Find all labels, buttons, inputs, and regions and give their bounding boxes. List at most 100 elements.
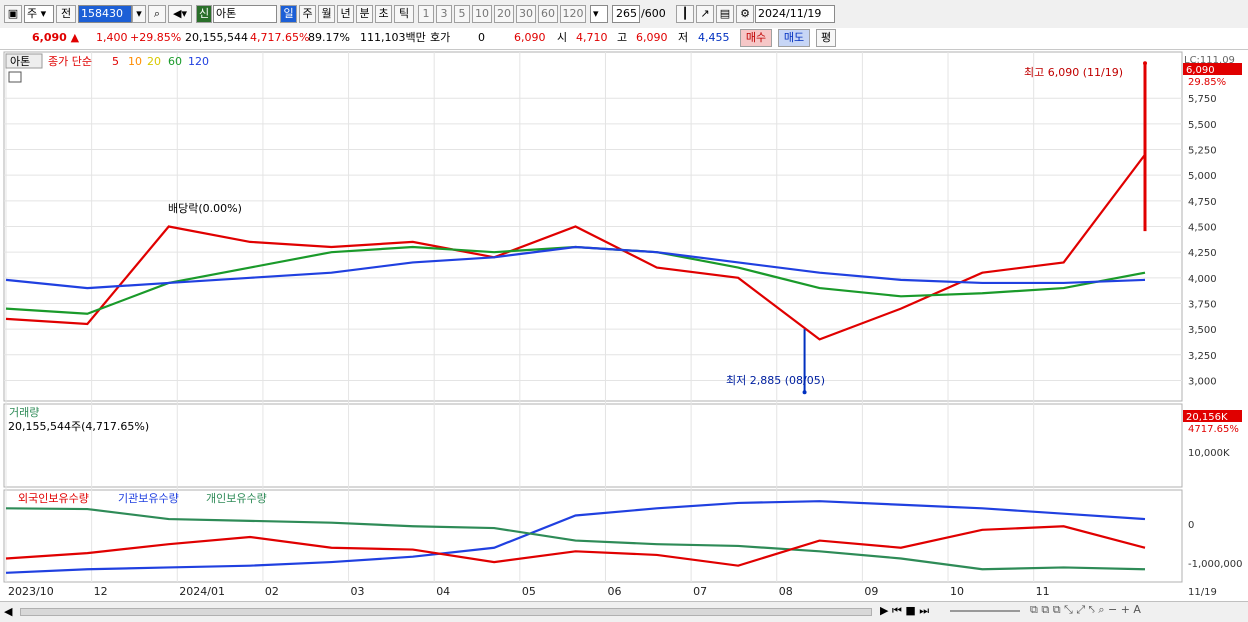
scroll-left-icon[interactable]: ◀ bbox=[4, 605, 14, 618]
price-y-tick: 3,000 bbox=[1188, 376, 1217, 387]
tab-second[interactable]: 초 bbox=[375, 5, 392, 23]
stock-name-field[interactable]: 아톤 bbox=[213, 5, 277, 23]
ask-price: 6,090 bbox=[514, 31, 546, 44]
price-y-tick: 5,250 bbox=[1188, 146, 1217, 157]
high-point bbox=[1143, 61, 1147, 66]
gear-icon[interactable]: ⚙ bbox=[736, 5, 754, 23]
horizontal-scrollbar[interactable] bbox=[20, 608, 872, 616]
tab-month[interactable]: 월 bbox=[318, 5, 335, 23]
price-change-pct: +29.85% bbox=[130, 31, 182, 44]
volume-title: 거래량 bbox=[9, 406, 39, 419]
price-y-tick: 4,250 bbox=[1188, 248, 1217, 259]
chart-tab[interactable]: 아톤 bbox=[10, 55, 30, 68]
type-select[interactable]: 주 ▾ bbox=[24, 5, 54, 23]
x-axis-label: 03 bbox=[351, 585, 365, 598]
minute-60[interactable]: 60 bbox=[538, 5, 558, 23]
up-arrow-icon: ▲ bbox=[70, 31, 80, 44]
last-pct-label: 29.85% bbox=[1188, 77, 1226, 88]
dividend-note: 배당락(0.00%) bbox=[168, 202, 242, 215]
minute-10[interactable]: 10 bbox=[472, 5, 492, 23]
x-axis-label: 07 bbox=[693, 585, 707, 598]
window-menu-icon[interactable]: ▣ bbox=[4, 5, 22, 23]
high-value: 6,090 bbox=[636, 31, 668, 44]
x-axis-label: 08 bbox=[779, 585, 793, 598]
hoga-label: 호가 bbox=[430, 31, 451, 44]
date-input[interactable]: 2024/11/19 bbox=[755, 5, 835, 23]
tab-tick[interactable]: 틱 bbox=[394, 5, 414, 23]
volume-y-tick: 10,000K bbox=[1188, 448, 1230, 459]
minute-5[interactable]: 5 bbox=[454, 5, 470, 23]
drawing-tool-icon[interactable]: ↗ bbox=[696, 5, 714, 23]
x-axis-label: 09 bbox=[864, 585, 878, 598]
zoom-slider[interactable] bbox=[950, 610, 1020, 612]
type-select-value: 주 bbox=[27, 7, 38, 20]
volume-value: 20,155,544 bbox=[185, 31, 248, 44]
last-price-label: 6,090 bbox=[1186, 65, 1215, 76]
price-y-tick: 5,000 bbox=[1188, 171, 1217, 182]
view-tool-icons[interactable]: ⧉ ⧉ ⧉ ⤡ ⤢ ⤣ ⌕ − + A bbox=[1030, 603, 1141, 617]
prev-button[interactable]: 전 bbox=[56, 5, 76, 23]
x-axis-label: 10 bbox=[950, 585, 964, 598]
code-dropdown-icon[interactable]: ▾ bbox=[132, 5, 146, 23]
chart-area[interactable]: 아톤 종가 단순 5 10 20 60 120 LC:111.09 6,090 … bbox=[0, 50, 1248, 601]
volume-value-text: 20,155,544주(4,717.65%) bbox=[8, 420, 149, 433]
chart-svg[interactable]: 아톤 종가 단순 5 10 20 60 120 LC:111.09 6,090 … bbox=[0, 50, 1248, 601]
candle-style-icon[interactable]: ┃ bbox=[676, 5, 694, 23]
amount-value: 111,103백만 bbox=[360, 31, 426, 44]
volume-badge-pct: 4717.65% bbox=[1188, 424, 1239, 435]
ma20-legend: 20 bbox=[147, 55, 161, 68]
tab-day[interactable]: 일 bbox=[280, 5, 297, 23]
ma120-legend: 120 bbox=[188, 55, 209, 68]
price-y-tick: 4,750 bbox=[1188, 197, 1217, 208]
buy-button[interactable]: 매수 bbox=[740, 29, 772, 47]
main-toolbar: ▣ 주 ▾ 전 158430 ▾ ⌕ ◀▾ 신 아톤 일 주 월 년 분 초 틱… bbox=[0, 0, 1248, 29]
minute-20[interactable]: 20 bbox=[494, 5, 514, 23]
market-badge: 신 bbox=[196, 5, 212, 23]
speaker-icon[interactable]: ◀▾ bbox=[168, 5, 192, 23]
search-icon[interactable]: ⌕ bbox=[148, 5, 166, 23]
x-axis-label: 11 bbox=[1036, 585, 1050, 598]
price-y-tick: 4,000 bbox=[1188, 274, 1217, 285]
playback-controls[interactable]: ▶ ⏮ ■ ⏭ bbox=[880, 604, 929, 618]
code-input[interactable]: 158430 bbox=[78, 5, 132, 23]
x-axis-label: 04 bbox=[436, 585, 450, 598]
high-note: 최고 6,090 (11/19) bbox=[1024, 66, 1123, 79]
minute-30[interactable]: 30 bbox=[516, 5, 536, 23]
x-axis-label: 2023/10 bbox=[8, 585, 54, 598]
holders-y-min: -1,000,000 bbox=[1188, 559, 1243, 570]
current-price: 6,090 ▲ bbox=[32, 29, 79, 47]
tab-week[interactable]: 주 bbox=[299, 5, 316, 23]
minute-120[interactable]: 120 bbox=[560, 5, 586, 23]
ma10-legend: 10 bbox=[128, 55, 142, 68]
eval-button[interactable]: 평 bbox=[816, 29, 836, 47]
x-axis-label: 02 bbox=[265, 585, 279, 598]
volume-ratio: 4,717.65% bbox=[250, 31, 310, 44]
sell-button[interactable]: 매도 bbox=[778, 29, 810, 47]
turnover-pct: 89.17% bbox=[308, 31, 350, 44]
price-y-tick: 4,500 bbox=[1188, 223, 1217, 234]
minute-1[interactable]: 1 bbox=[418, 5, 434, 23]
low-label: 저 bbox=[678, 31, 689, 44]
chart-scrollbar-area: ◀ ▶ ⏮ ■ ⏭ ⧉ ⧉ ⧉ ⤡ ⤢ ⤣ ⌕ − + A bbox=[0, 601, 1248, 622]
x-end-label: 11/19 bbox=[1188, 587, 1217, 598]
low-note: 최저 2,885 (08/05) bbox=[726, 374, 825, 387]
hoga-value: 0 bbox=[478, 31, 485, 44]
price-y-tick: 3,750 bbox=[1188, 299, 1217, 310]
save-icon[interactable]: ▤ bbox=[716, 5, 734, 23]
holders-personal-label: 개인보유수량 bbox=[206, 492, 267, 505]
ma60-legend: 60 bbox=[168, 55, 182, 68]
tab-minute[interactable]: 분 bbox=[356, 5, 373, 23]
tab-year[interactable]: 년 bbox=[337, 5, 354, 23]
high-label: 고 bbox=[617, 31, 628, 44]
holders-y-zero: 0 bbox=[1188, 520, 1194, 531]
table-toggle-icon[interactable] bbox=[8, 71, 22, 83]
custom-period-dropdown[interactable]: ▾ bbox=[590, 5, 608, 23]
count-max: /600 bbox=[641, 7, 666, 20]
minute-3[interactable]: 3 bbox=[436, 5, 452, 23]
holders-inst-label: 기관보유수량 bbox=[118, 492, 179, 505]
current-price-value: 6,090 bbox=[32, 31, 67, 44]
count-input[interactable]: 265 bbox=[612, 5, 640, 23]
open-label: 시 bbox=[557, 31, 568, 44]
quote-bar: 6,090 ▲ 1,400 +29.85% 20,155,544 4,717.6… bbox=[0, 28, 1248, 50]
price-y-tick: 5,500 bbox=[1188, 120, 1217, 131]
